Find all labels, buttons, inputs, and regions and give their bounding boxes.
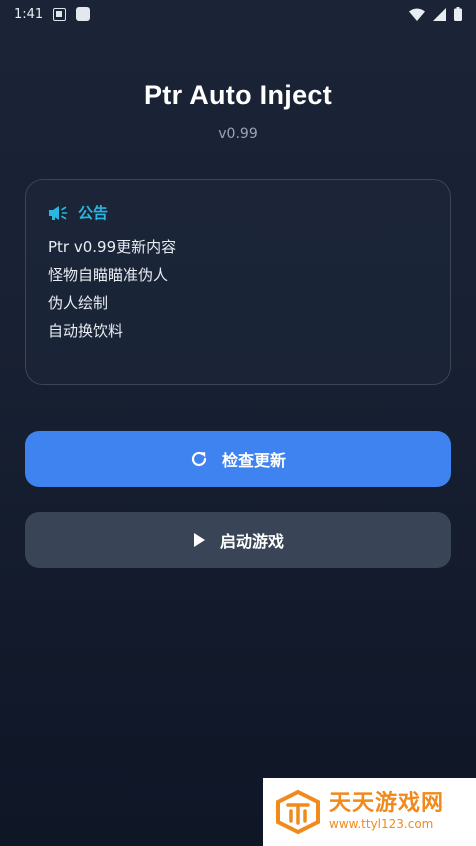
check-update-label: 检查更新 xyxy=(221,451,286,470)
wifi-icon xyxy=(409,8,425,21)
notice-line: 自动换饮料 xyxy=(48,322,124,340)
notice-line: 怪物自瞄瞄准伪人 xyxy=(48,266,169,284)
notice-header: 公告 xyxy=(48,202,428,223)
version-label: v0.99 xyxy=(218,126,258,142)
megaphone-icon xyxy=(49,205,68,220)
app-notification-icon xyxy=(76,7,91,21)
check-update-button[interactable]: 检查更新 xyxy=(25,431,451,487)
status-time: 1:41 xyxy=(14,6,44,22)
watermark: 天天游戏网 www.ttyl123.com xyxy=(263,778,476,846)
refresh-icon xyxy=(191,451,207,467)
launch-game-button[interactable]: 启动游戏 xyxy=(25,512,451,568)
notice-line: 伪人绘制 xyxy=(48,294,109,312)
play-icon xyxy=(193,533,205,547)
notice-title: 公告 xyxy=(78,204,109,222)
battery-icon xyxy=(454,7,462,21)
signal-icon xyxy=(433,7,446,21)
watermark-logo xyxy=(276,789,320,835)
status-bar: 1:41 xyxy=(0,0,476,28)
notice-content: Ptr v0.99更新内容 怪物自瞄瞄准伪人 伪人绘制 自动换饮料 xyxy=(48,233,428,345)
notification-icon xyxy=(53,7,67,21)
app-title: Ptr Auto Inject xyxy=(143,80,332,110)
watermark-url: www.ttyl123.com xyxy=(329,817,434,831)
launch-game-label: 启动游戏 xyxy=(219,532,284,551)
notice-card: 公告 Ptr v0.99更新内容 怪物自瞄瞄准伪人 伪人绘制 自动换饮料 xyxy=(25,179,451,385)
notice-line: Ptr v0.99更新内容 xyxy=(48,238,177,256)
watermark-name: 天天游戏网 xyxy=(329,791,445,816)
